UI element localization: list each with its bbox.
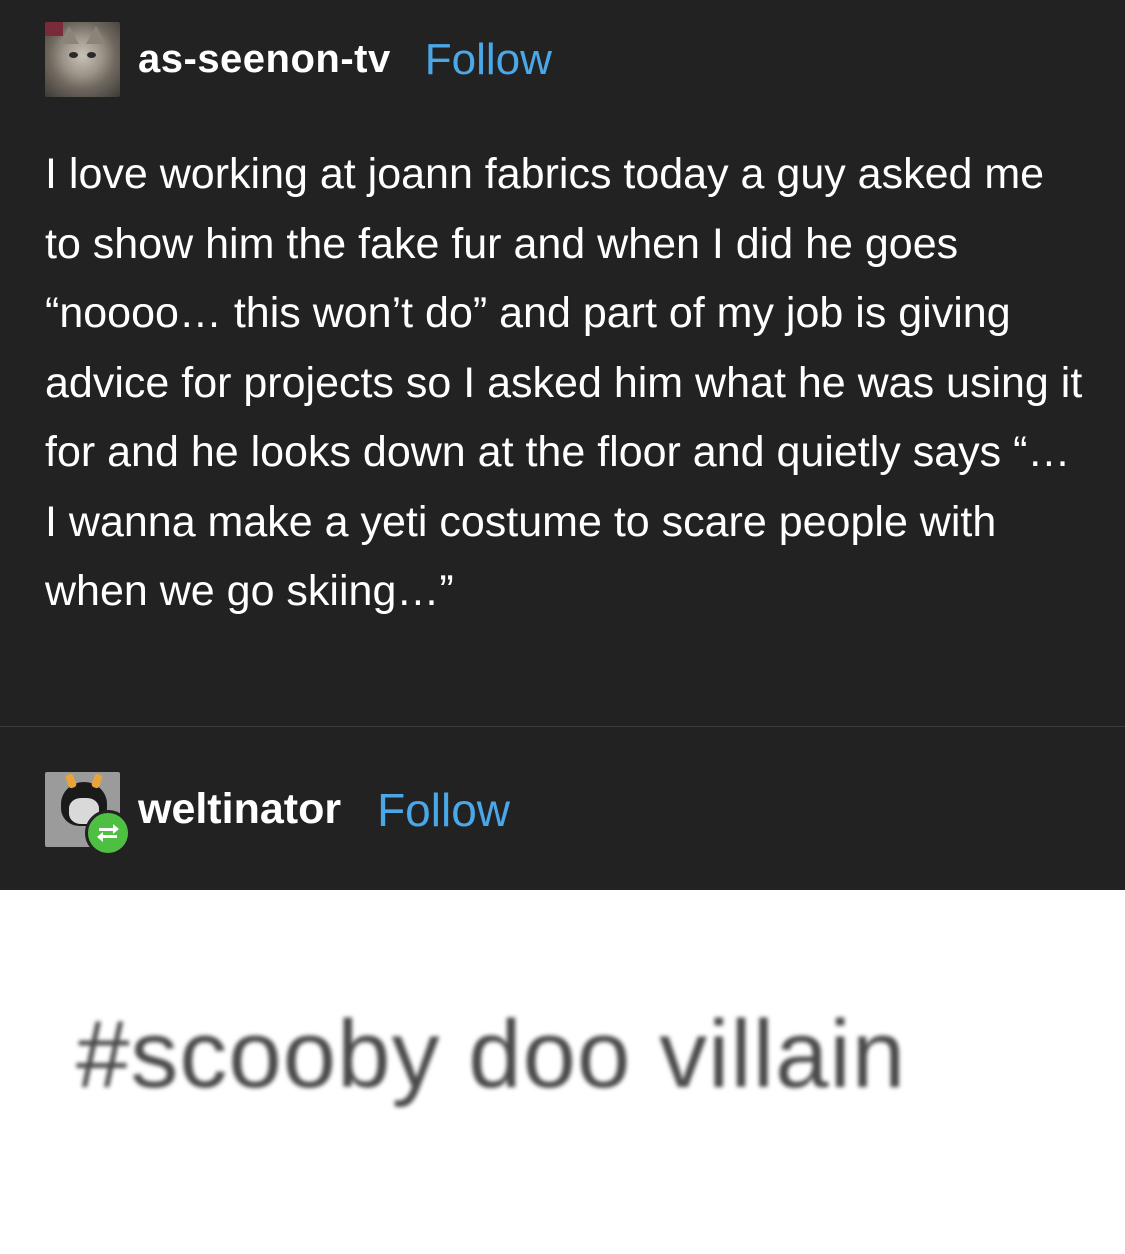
reblog-divider: [0, 726, 1125, 727]
follow-author-button[interactable]: Follow: [425, 35, 552, 85]
tumblr-post: as-seenon-tv Follow I love working at jo…: [0, 0, 1125, 890]
avatar-horn: [90, 773, 104, 789]
post-body: I love working at joann fabrics today a …: [45, 150, 1083, 615]
post-header: as-seenon-tv Follow: [45, 22, 552, 97]
troll-avatar-icon[interactable]: [45, 772, 131, 856]
reblogger-username[interactable]: weltinator: [138, 785, 341, 834]
cat-avatar-icon[interactable]: [45, 22, 120, 97]
reblog-header: weltinator Follow: [45, 772, 510, 856]
follow-reblogger-button[interactable]: Follow: [377, 783, 510, 837]
avatar-ear: [59, 26, 79, 44]
reblog-icon: [85, 810, 131, 856]
avatar-eye: [87, 52, 96, 58]
avatar-ear: [86, 26, 106, 44]
author-username[interactable]: as-seenon-tv: [138, 37, 391, 82]
post-tag[interactable]: #scooby doo villain: [76, 1000, 906, 1110]
avatar-horn: [64, 773, 78, 789]
avatar-eye: [69, 52, 78, 58]
